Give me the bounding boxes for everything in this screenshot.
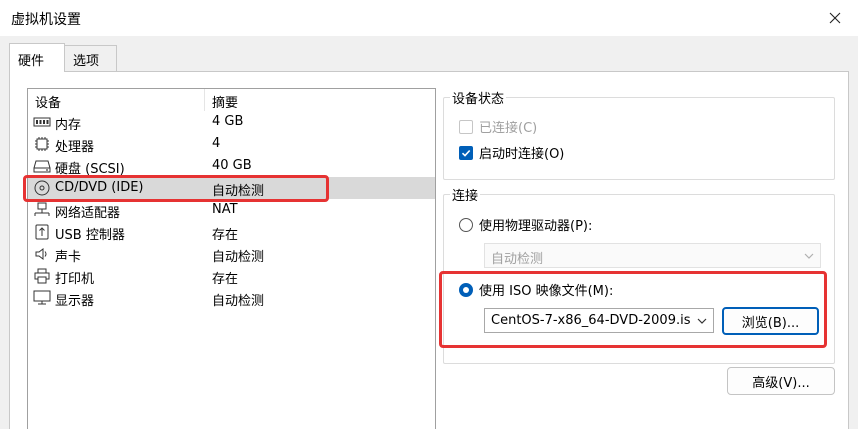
device-summary: NAT bbox=[212, 202, 238, 217]
column-separator[interactable] bbox=[204, 89, 205, 111]
iso-path-combo[interactable]: CentOS-7-x86_64-DVD-2009.is bbox=[484, 308, 714, 333]
device-row-hard-disk[interactable]: 硬盘 (SCSI) 40 GB bbox=[28, 155, 435, 177]
network-adapter-icon bbox=[33, 202, 51, 218]
device-name: 打印机 bbox=[55, 272, 95, 287]
connected-checkbox-box[interactable] bbox=[459, 119, 473, 134]
close-icon bbox=[829, 12, 841, 24]
connection-title: 连接 bbox=[450, 185, 481, 204]
device-list[interactable]: 设备 摘要 内存 4 GB 处理器 4 硬盘 (SCSI) 40 GB CD/D… bbox=[27, 88, 436, 429]
hardware-page: 设备 摘要 内存 4 GB 处理器 4 硬盘 (SCSI) 40 GB CD/D… bbox=[9, 71, 849, 429]
iso-path-value[interactable]: CentOS-7-x86_64-DVD-2009.is bbox=[491, 313, 691, 328]
device-name: CD/DVD (IDE) bbox=[55, 180, 144, 195]
device-status-title: 设备状态 bbox=[450, 88, 507, 107]
iso-image-label: 使用 ISO 映像文件(M): bbox=[479, 284, 614, 299]
iso-image-radio-dot[interactable] bbox=[459, 282, 473, 297]
usb-icon bbox=[33, 224, 51, 240]
physical-drive-value: 自动检测 bbox=[491, 252, 544, 267]
connected-label: 已连接(C) bbox=[479, 121, 538, 136]
processor-icon bbox=[33, 136, 51, 152]
speaker-icon bbox=[33, 246, 51, 262]
advanced-button[interactable]: 高级(V)... bbox=[727, 367, 835, 395]
printer-icon bbox=[33, 268, 51, 284]
physical-drive-radio-dot[interactable] bbox=[459, 217, 473, 232]
physical-drive-select[interactable]: 自动检测 bbox=[484, 243, 821, 268]
device-summary: 存在 bbox=[212, 272, 239, 287]
connect-at-power-on-label: 启动时连接(O) bbox=[479, 147, 565, 162]
tab-options[interactable]: 选项 bbox=[64, 45, 117, 71]
chevron-down-icon[interactable] bbox=[697, 317, 707, 325]
device-name: USB 控制器 bbox=[55, 228, 125, 243]
physical-drive-label: 使用物理驱动器(P): bbox=[479, 219, 593, 234]
hard-disk-icon bbox=[33, 158, 51, 174]
chevron-down-icon bbox=[804, 253, 814, 259]
physical-drive-radio[interactable]: 使用物理驱动器(P): bbox=[459, 215, 592, 234]
window-title: 虚拟机设置 bbox=[11, 12, 81, 28]
connect-at-power-on-box[interactable] bbox=[459, 145, 473, 160]
column-device[interactable]: 设备 bbox=[35, 92, 61, 111]
monitor-icon bbox=[33, 290, 51, 306]
device-name: 网络适配器 bbox=[55, 206, 121, 221]
browse-button[interactable]: 浏览(B)... bbox=[722, 307, 819, 335]
title-bar: 虚拟机设置 bbox=[0, 0, 858, 36]
device-summary: 4 GB bbox=[212, 114, 244, 129]
cd-dvd-icon bbox=[33, 180, 51, 196]
device-row-memory[interactable]: 内存 4 GB bbox=[28, 111, 435, 133]
connection-group: 连接 使用物理驱动器(P): 自动检测 使用 ISO 映像文件(M): Cent… bbox=[443, 185, 835, 364]
device-list-header: 设备 摘要 bbox=[28, 89, 435, 111]
iso-image-radio[interactable]: 使用 ISO 映像文件(M): bbox=[459, 280, 613, 299]
device-summary: 自动检测 bbox=[212, 294, 265, 309]
device-name: 声卡 bbox=[55, 250, 82, 265]
tab-hardware[interactable]: 硬件 bbox=[9, 43, 65, 72]
checkmark-icon bbox=[461, 149, 471, 157]
connect-at-power-on-checkbox[interactable]: 启动时连接(O) bbox=[459, 143, 564, 162]
device-row-processor[interactable]: 处理器 4 bbox=[28, 133, 435, 155]
device-row-cd-dvd[interactable]: CD/DVD (IDE) 自动检测 bbox=[28, 177, 435, 199]
memory-icon bbox=[33, 114, 51, 130]
column-summary[interactable]: 摘要 bbox=[212, 92, 238, 111]
tab-hardware-label: 硬件 bbox=[18, 54, 45, 69]
device-row-network-adapter[interactable]: 网络适配器 NAT bbox=[28, 199, 435, 221]
device-summary: 存在 bbox=[212, 228, 239, 243]
device-summary: 40 GB bbox=[212, 158, 252, 173]
device-row-printer[interactable]: 打印机 存在 bbox=[28, 265, 435, 287]
connected-checkbox[interactable]: 已连接(C) bbox=[459, 117, 537, 136]
advanced-button-label: 高级(V)... bbox=[752, 375, 810, 391]
browse-button-label: 浏览(B)... bbox=[741, 315, 800, 331]
device-name: 处理器 bbox=[55, 140, 95, 155]
device-summary: 自动检测 bbox=[212, 184, 265, 199]
device-name: 硬盘 (SCSI) bbox=[55, 162, 125, 177]
device-status-group: 设备状态 已连接(C) 启动时连接(O) bbox=[443, 88, 835, 180]
device-row-display[interactable]: 显示器 自动检测 bbox=[28, 287, 435, 309]
device-row-sound-card[interactable]: 声卡 自动检测 bbox=[28, 243, 435, 265]
close-button[interactable] bbox=[812, 0, 858, 36]
device-name: 显示器 bbox=[55, 294, 95, 309]
tab-options-label: 选项 bbox=[73, 54, 100, 69]
device-row-usb-controller[interactable]: USB 控制器 存在 bbox=[28, 221, 435, 243]
device-name: 内存 bbox=[55, 118, 82, 133]
device-summary: 自动检测 bbox=[212, 250, 265, 265]
device-summary: 4 bbox=[212, 136, 221, 151]
